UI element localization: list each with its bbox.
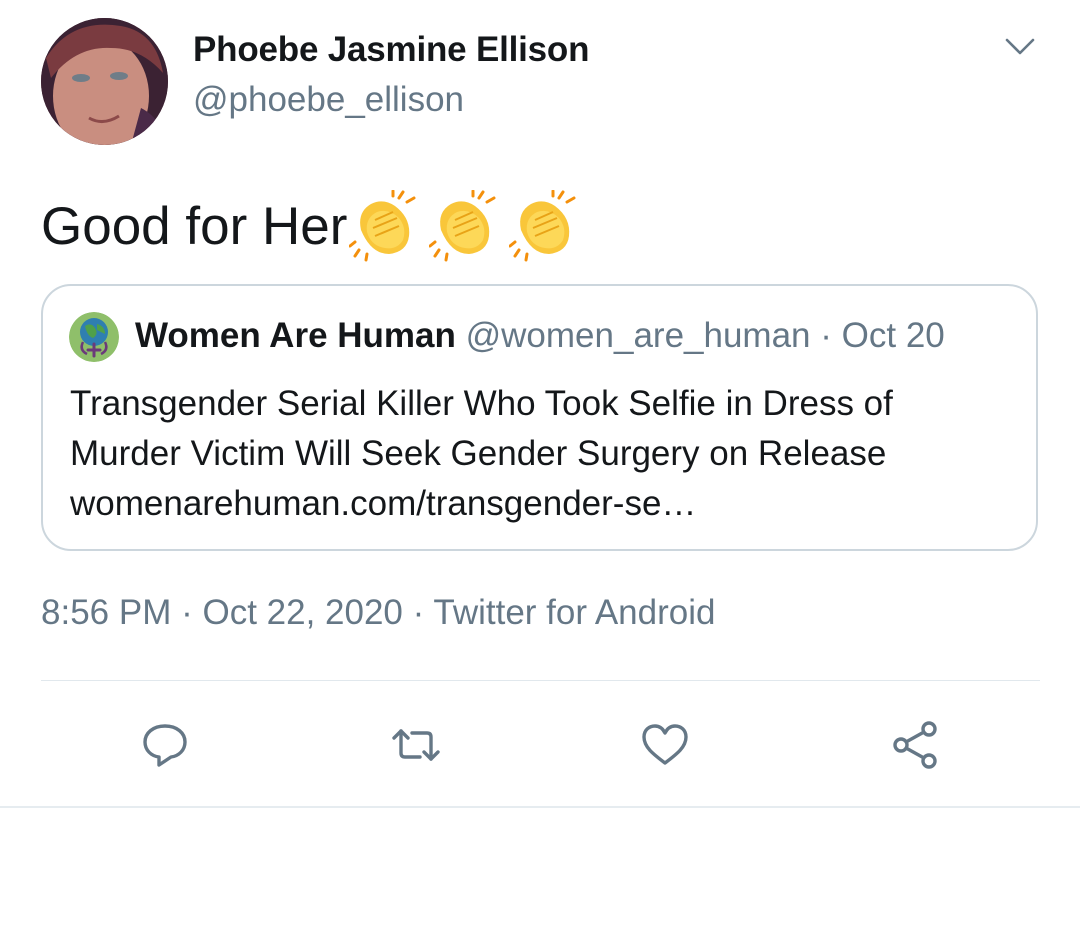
share-icon [893, 721, 937, 769]
tweet-meta: 8:56 PM · Oct 22, 2020 · Twitter for And… [41, 593, 715, 633]
heart-icon [642, 724, 688, 765]
tweet-time: 8:56 PM [41, 593, 172, 632]
chevron-down-icon [1005, 38, 1035, 55]
quoted-date: Oct 20 [841, 316, 945, 355]
retweet-button[interactable] [388, 717, 444, 773]
quoted-body-line: Transgender Serial Killer Who Took Selfi… [70, 384, 893, 423]
quoted-tweet-header: Women Are Human @women_are_human · Oct 2… [135, 316, 945, 356]
tweet-source[interactable]: Twitter for Android [433, 593, 715, 632]
globe-logo-icon [69, 312, 119, 362]
separator: · [820, 316, 832, 355]
like-button[interactable] [637, 717, 693, 773]
tweet-date: Oct 22, 2020 [202, 593, 403, 632]
clapping-hands-icon [509, 190, 581, 262]
quoted-display-name: Women Are Human [135, 316, 456, 355]
quoted-tweet-body: Transgender Serial Killer Who Took Selfi… [70, 379, 1020, 529]
more-options-button[interactable] [1000, 32, 1040, 62]
emoji-group [349, 190, 581, 262]
reply-icon [143, 724, 187, 767]
quoted-link[interactable]: womenarehuman.com/transgender-se… [70, 479, 1020, 529]
author-avatar[interactable] [41, 18, 168, 145]
quoted-body-line: Murder Victim Will Seek Gender Surgery o… [70, 434, 887, 473]
profile-photo [41, 18, 168, 145]
share-button[interactable] [887, 717, 943, 773]
clapping-hands-icon [349, 190, 421, 262]
divider [0, 806, 1080, 808]
retweet-icon [392, 729, 440, 761]
separator: · [181, 593, 193, 632]
separator: · [412, 593, 425, 632]
author-display-name[interactable]: Phoebe Jasmine Ellison [193, 30, 589, 70]
quoted-handle: @women_are_human [465, 316, 811, 355]
tweet-body: Good for Her [41, 196, 348, 256]
author-handle[interactable]: @phoebe_ellison [193, 80, 464, 120]
quoted-tweet-card[interactable]: Women Are Human @women_are_human · Oct 2… [41, 284, 1038, 551]
quoted-author-avatar [69, 312, 119, 362]
divider [41, 680, 1040, 681]
tweet-text: Good for Her [41, 190, 581, 262]
reply-button[interactable] [137, 717, 193, 773]
clapping-hands-icon [429, 190, 501, 262]
